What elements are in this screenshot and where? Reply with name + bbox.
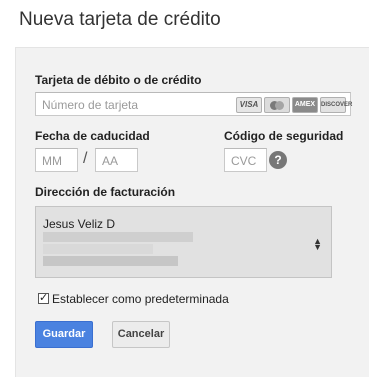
billing-address-name: Jesus Veliz D <box>43 217 116 231</box>
billing-address-label: Dirección de facturación <box>35 185 176 199</box>
card-number-placeholder: Número de tarjeta <box>42 98 139 112</box>
card-brand-icons: VISA AMEX DISCOVER <box>236 97 352 113</box>
mastercard-icon <box>264 97 290 113</box>
visa-icon: VISA <box>236 97 262 113</box>
billing-address-select[interactable]: Jesus Veliz D ▲ ▼ <box>35 206 332 278</box>
default-checkbox-label: Establecer como predeterminada <box>52 292 229 306</box>
security-code-label: Código de seguridad <box>224 129 344 143</box>
expiry-year-placeholder: AA <box>102 154 119 168</box>
select-arrows-icon: ▲ ▼ <box>313 236 322 252</box>
expiry-year-input[interactable]: AA <box>95 148 138 172</box>
security-code-input[interactable]: CVC <box>224 148 267 172</box>
redacted-address-line <box>43 256 178 266</box>
card-number-input[interactable]: Número de tarjeta VISA AMEX DISCOVER <box>35 92 352 116</box>
redacted-address-line <box>43 244 153 254</box>
expiry-month-placeholder: MM <box>42 154 62 168</box>
cancel-button[interactable]: Cancelar <box>112 321 170 348</box>
discover-icon: DISCOVER <box>320 97 352 113</box>
dialog-title: Nueva tarjeta de crédito <box>19 9 221 30</box>
security-code-placeholder: CVC <box>231 154 257 168</box>
expiry-month-input[interactable]: MM <box>35 148 78 172</box>
save-button[interactable]: Guardar <box>35 321 93 348</box>
expiry-label: Fecha de caducidad <box>35 129 150 143</box>
card-number-label: Tarjeta de débito o de crédito <box>35 73 202 87</box>
amex-icon: AMEX <box>292 97 318 113</box>
card-form-panel: Tarjeta de débito o de crédito Número de… <box>15 47 369 377</box>
help-icon[interactable]: ? <box>269 151 287 169</box>
expiry-separator: / <box>83 150 88 167</box>
redacted-address-line <box>43 232 193 242</box>
default-checkbox[interactable]: ✓ <box>38 293 49 304</box>
